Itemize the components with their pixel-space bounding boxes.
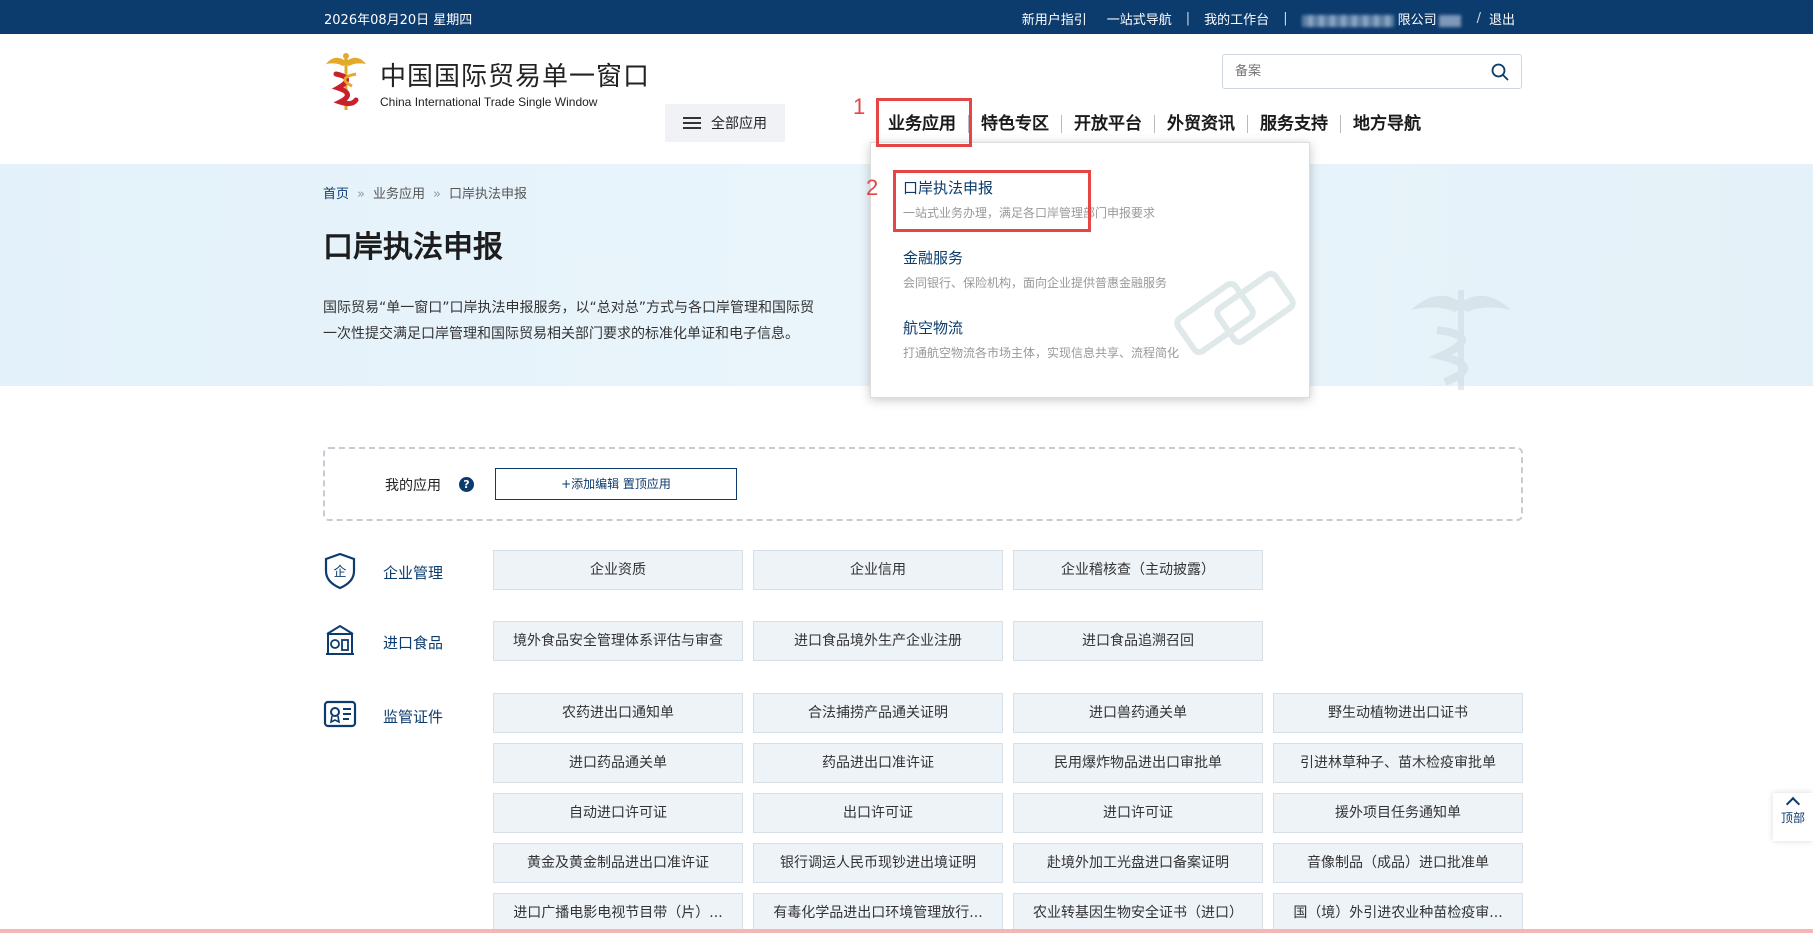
back-to-top-button[interactable]: 顶部: [1773, 793, 1813, 841]
logo-title-en: China International Trade Single Window: [380, 94, 598, 109]
breadcrumb-home[interactable]: 首页: [323, 187, 349, 202]
app-tile[interactable]: 企业信用: [753, 550, 1003, 590]
app-tile[interactable]: 进口药品通关单: [493, 743, 743, 783]
app-tile[interactable]: 进口兽药通关单: [1013, 693, 1263, 733]
nav-featured-zone[interactable]: 特色专区: [969, 110, 1061, 138]
divider: |: [1283, 11, 1288, 26]
search-box: [1222, 54, 1522, 89]
redacted-text: [1301, 14, 1394, 27]
site-logo[interactable]: 中国国际贸易单一窗口 China International Trade Sin…: [322, 50, 650, 114]
app-tile[interactable]: 野生动植物进出口证书: [1273, 693, 1523, 733]
breadcrumb: 首页 » 业务应用 » 口岸执法申报: [323, 183, 527, 202]
one-stop-nav-link[interactable]: 一站式导航: [1097, 9, 1182, 28]
search-input[interactable]: [1223, 55, 1473, 88]
caduceus-watermark-icon: [1411, 290, 1511, 390]
caduceus-logo-icon: [322, 50, 370, 114]
breadcrumb-separator: »: [433, 187, 441, 202]
nav-service-support[interactable]: 服务支持: [1248, 110, 1340, 138]
app-tile[interactable]: 农业转基因生物安全证书（进口）: [1013, 893, 1263, 933]
description-line-1: 国际贸易“单一窗口”口岸执法申报服务，以“总对总”方式与各口岸管理和国际贸: [323, 300, 815, 316]
app-tile[interactable]: 国（境）外引进农业种苗检疫审...: [1273, 893, 1523, 933]
annotation-box-1: [876, 98, 972, 147]
divider: |: [1185, 11, 1191, 26]
app-tile[interactable]: 进口食品境外生产企业注册: [753, 621, 1003, 661]
breadcrumb-business-apps[interactable]: 业务应用: [373, 187, 425, 202]
back-to-top-label: 顶部: [1780, 811, 1805, 825]
app-tile[interactable]: 出口许可证: [753, 793, 1003, 833]
app-tile[interactable]: 境外食品安全管理体系评估与审查: [493, 621, 743, 661]
nav-trade-news[interactable]: 外贸资讯: [1155, 110, 1247, 138]
my-apps-panel: 我的应用 ? +添加编辑 置顶应用: [323, 447, 1523, 521]
my-apps-label: 我的应用: [385, 478, 441, 494]
new-user-guide-link[interactable]: 新用户指引: [1012, 9, 1097, 28]
current-date: 2026年08月20日 星期四: [324, 13, 473, 28]
category-name: 进口食品: [383, 634, 444, 652]
add-edit-pin-apps-button[interactable]: +添加编辑 置顶应用: [495, 468, 737, 500]
dropdown-item-air-logistics[interactable]: 航空物流 打通航空物流各市场主体，实现信息共享、流程简化: [903, 317, 1179, 361]
app-tile[interactable]: 音像制品（成品）进口批准单: [1273, 843, 1523, 883]
app-tile[interactable]: 进口许可证: [1013, 793, 1263, 833]
slash: /: [1476, 11, 1481, 26]
category-name: 监管证件: [383, 708, 444, 726]
app-tile[interactable]: 自动进口许可证: [493, 793, 743, 833]
app-tile[interactable]: 有毒化学品进出口环境管理放行...: [753, 893, 1003, 933]
app-tile[interactable]: 农药进出口通知单: [493, 693, 743, 733]
app-tile[interactable]: 进口广播电影电视节目带（片）...: [493, 893, 743, 933]
breadcrumb-current: 口岸执法申报: [448, 187, 527, 202]
nav-local-navigation[interactable]: 地方导航: [1341, 110, 1433, 138]
all-apps-label: 全部应用: [711, 116, 767, 132]
dropdown-item-title: 金融服务: [903, 249, 964, 267]
redacted-text: [1438, 14, 1461, 27]
shield-enterprise-icon: 企: [324, 552, 356, 590]
page-bottom-edge: [0, 929, 1813, 933]
all-apps-button[interactable]: 全部应用: [665, 104, 785, 142]
chevron-up-icon: [1785, 796, 1801, 812]
food-store-icon: [326, 624, 354, 655]
logo-title-cn: 中国国际贸易单一窗口: [380, 61, 651, 92]
annotation-number-1: 1: [853, 94, 866, 119]
annotation-number-2: 2: [866, 175, 879, 200]
app-tile[interactable]: 合法捕捞产品通关证明: [753, 693, 1003, 733]
top-links: 新用户指引 一站式导航 | 我的工作台 | 限公司 / 退出: [1012, 9, 1525, 28]
app-tile[interactable]: 企业资质: [493, 550, 743, 590]
help-icon[interactable]: ?: [459, 477, 474, 492]
app-tile[interactable]: 民用爆炸物品进出口审批单: [1013, 743, 1263, 783]
app-tile[interactable]: 进口食品追溯召回: [1013, 621, 1263, 661]
menu-icon: [683, 117, 701, 129]
company-suffix: 限公司: [1397, 13, 1437, 28]
app-tile[interactable]: 药品进出口准许证: [753, 743, 1003, 783]
dropdown-item-title: 航空物流: [903, 319, 964, 337]
category-name: 企业管理: [383, 564, 444, 582]
certificate-icon: [323, 700, 357, 728]
dropdown-item-desc: 会同银行、保险机构，面向企业提供普惠金融服务: [903, 276, 1168, 290]
annotation-box-2: [893, 170, 1091, 232]
app-tile[interactable]: 援外项目任务通知单: [1273, 793, 1523, 833]
app-tile[interactable]: 企业稽核查（主动披露）: [1013, 550, 1263, 590]
search-icon[interactable]: [1491, 63, 1509, 81]
app-tile[interactable]: 银行调运人民币现钞进出境证明: [753, 843, 1003, 883]
dropdown-item-financial-services[interactable]: 金融服务 会同银行、保险机构，面向企业提供普惠金融服务: [903, 247, 1167, 291]
dropdown-item-desc: 打通航空物流各市场主体，实现信息共享、流程简化: [903, 346, 1180, 360]
breadcrumb-separator: »: [357, 187, 365, 202]
app-tile[interactable]: 赴境外加工光盘进口备案证明: [1013, 843, 1263, 883]
my-workbench-link[interactable]: 我的工作台: [1194, 9, 1279, 28]
nav-open-platform[interactable]: 开放平台: [1062, 110, 1154, 138]
svg-text:企: 企: [333, 564, 346, 580]
app-tile[interactable]: 黄金及黄金制品进出口准许证: [493, 843, 743, 883]
handshake-watermark-icon: [1174, 270, 1296, 356]
app-tile[interactable]: 引进林草种子、苗木检疫审批单: [1273, 743, 1523, 783]
top-bar: 2026年08月20日 星期四 新用户指引 一站式导航 | 我的工作台 | 限公…: [0, 0, 1813, 34]
user-company[interactable]: 限公司: [1292, 9, 1473, 28]
page-title: 口岸执法申报: [323, 230, 503, 265]
logout-link[interactable]: 退出: [1485, 9, 1525, 28]
